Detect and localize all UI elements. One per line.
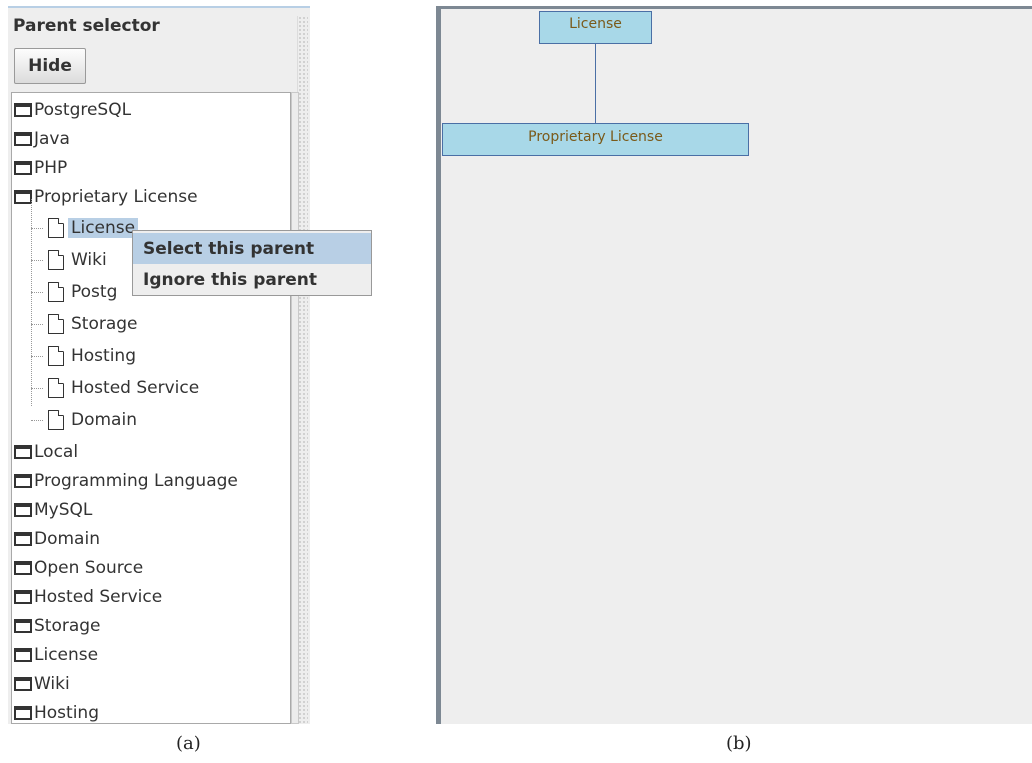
caption-a: (a)	[176, 733, 201, 754]
document-icon	[48, 282, 64, 302]
hide-button[interactable]: Hide	[14, 48, 86, 84]
parent-selector-panel: Parent selector Hide PostgreSQL Java PHP…	[8, 6, 310, 724]
folder-icon	[14, 648, 32, 662]
context-menu: Select this parent Ignore this parent	[132, 230, 372, 296]
tree-item-label: PHP	[34, 158, 68, 178]
tree-folder-item[interactable]: Storage	[14, 612, 101, 640]
folder-icon	[14, 677, 32, 691]
tree-item-label: Hosted Service	[71, 378, 200, 398]
tree-item-label: License	[34, 645, 99, 665]
tree-item-label: Postg	[71, 282, 118, 302]
document-icon	[48, 410, 64, 430]
folder-icon	[14, 503, 32, 517]
tree-folder-item[interactable]: Programming Language	[14, 467, 238, 495]
tree-child-item-selected[interactable]: License	[48, 214, 139, 242]
tree-connector-line	[31, 228, 43, 229]
tree-folder-item-expanded[interactable]: Proprietary License	[14, 183, 198, 211]
tree-folder-item[interactable]: License	[14, 641, 98, 669]
tree-folder-item[interactable]: PostgreSQL	[14, 96, 131, 124]
tree-item-label: Open Source	[34, 558, 144, 578]
tree-item-label: Hosting	[34, 703, 99, 723]
caption-b: (b)	[726, 733, 752, 754]
panel-top-border	[8, 6, 310, 8]
tree-item-label: Proprietary License	[34, 187, 198, 207]
tree-folder-item[interactable]: MySQL	[14, 496, 92, 524]
tree-connector-line	[31, 324, 43, 325]
tree-child-item[interactable]: Hosting	[48, 342, 136, 370]
tree-connector-line	[31, 199, 32, 406]
tree-item-label: Storage	[34, 616, 101, 636]
tree-connector-line	[31, 260, 43, 261]
tree-item-label: Hosting	[71, 346, 136, 366]
document-icon	[48, 378, 64, 398]
tree-folder-item[interactable]: Java	[14, 125, 70, 153]
tree-item-label: Wiki	[34, 674, 70, 694]
tree-item-label: License	[68, 218, 139, 238]
tree-folder-item[interactable]: PHP	[14, 154, 67, 182]
tree-connector-line	[31, 388, 43, 389]
parent-tree: PostgreSQL Java PHP Proprietary License …	[11, 92, 291, 724]
folder-icon	[14, 445, 32, 459]
document-icon	[48, 314, 64, 334]
folder-icon	[14, 590, 32, 604]
tree-item-label: Domain	[34, 529, 100, 549]
parent-selector-title: Parent selector	[13, 16, 160, 36]
folder-icon	[14, 619, 32, 633]
tree-child-item[interactable]: Postg	[48, 278, 117, 306]
tree-folder-item[interactable]: Wiki	[14, 670, 70, 698]
graph-node-proprietary-license[interactable]: Proprietary License	[442, 123, 749, 156]
ignore-this-parent-menu-item[interactable]: Ignore this parent	[133, 264, 371, 295]
tree-folder-item[interactable]: Domain	[14, 525, 100, 553]
tree-child-item[interactable]: Storage	[48, 310, 138, 338]
tree-item-label: Java	[34, 129, 70, 149]
tree-item-label: Local	[34, 442, 79, 462]
document-icon	[48, 250, 64, 270]
folder-icon	[14, 532, 32, 546]
graph-node-license[interactable]: License	[539, 11, 652, 44]
tree-item-label: Domain	[71, 410, 137, 430]
folder-open-icon	[14, 190, 32, 204]
folder-icon	[14, 132, 32, 146]
tree-item-label: Programming Language	[34, 471, 238, 491]
tree-child-item[interactable]: Hosted Service	[48, 374, 199, 402]
graph-canvas[interactable]	[436, 6, 1032, 724]
tree-folder-item[interactable]: Local	[14, 438, 78, 466]
tree-connector-line	[31, 356, 43, 357]
folder-icon	[14, 474, 32, 488]
tree-connector-line	[31, 420, 43, 421]
document-icon	[48, 346, 64, 366]
tree-item-label: Storage	[71, 314, 138, 334]
tree-child-item[interactable]: Domain	[48, 406, 137, 434]
folder-icon	[14, 561, 32, 575]
tree-connector-line	[31, 292, 43, 293]
tree-folder-item[interactable]: Open Source	[14, 554, 143, 582]
tree-child-item[interactable]: Wiki	[48, 246, 107, 274]
tree-folder-item[interactable]: Hosting	[14, 699, 99, 723]
tree-item-label: PostgreSQL	[34, 100, 132, 120]
tree-item-label: MySQL	[34, 500, 93, 520]
tree-item-label: Wiki	[71, 250, 107, 270]
select-this-parent-menu-item[interactable]: Select this parent	[133, 233, 371, 264]
folder-icon	[14, 706, 32, 720]
document-icon	[48, 218, 64, 238]
folder-icon	[14, 161, 32, 175]
graph-edge	[595, 44, 596, 124]
tree-scrollbar[interactable]	[291, 92, 299, 724]
folder-icon	[14, 103, 32, 117]
tree-folder-item[interactable]: Hosted Service	[14, 583, 162, 611]
tree-item-label: Hosted Service	[34, 587, 163, 607]
